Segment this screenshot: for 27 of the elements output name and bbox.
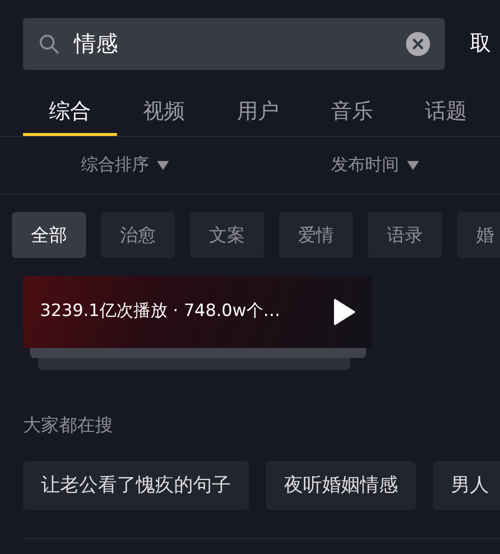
search-icon <box>38 33 60 55</box>
cancel-button[interactable]: 取 <box>470 28 491 60</box>
filter-chip[interactable]: 全部 <box>12 212 86 258</box>
play-icon[interactable] <box>333 299 355 325</box>
filter-chip[interactable]: 语录 <box>368 212 442 258</box>
topic-card[interactable]: 3239.1亿次播放 · 748.0w个… <box>23 276 372 348</box>
caret-icon <box>407 161 419 170</box>
filter-chip[interactable]: 治愈 <box>101 212 175 258</box>
search-field[interactable]: 情感 <box>23 18 445 70</box>
play-stats: 3239.1亿次播放 · 748.0w个… <box>40 300 280 324</box>
search-suggestion[interactable]: 夜听婚姻情感 <box>266 461 416 510</box>
section-title: 大家都在搜 <box>23 414 114 438</box>
search-suggestion[interactable]: 让老公看了愧疚的句子 <box>23 461 249 510</box>
filter-chip[interactable]: 婚 <box>457 212 500 258</box>
tab[interactable]: 视频 <box>117 90 211 136</box>
search-suggestion[interactable]: 男人 <box>433 461 500 510</box>
sort-dropdown[interactable]: 综合排序 <box>81 152 169 178</box>
filter-chip[interactable]: 文案 <box>190 212 264 258</box>
filter-chip[interactable]: 爱情 <box>279 212 353 258</box>
sort-dropdown[interactable]: 发布时间 <box>331 152 419 178</box>
tab[interactable]: 用户 <box>211 90 305 136</box>
tab[interactable]: 综合 <box>23 90 117 136</box>
search-query: 情感 <box>74 30 119 58</box>
clear-icon[interactable] <box>406 32 430 56</box>
tab[interactable]: 话题 <box>399 90 493 136</box>
tab[interactable]: 音乐 <box>305 90 399 136</box>
caret-icon <box>157 161 169 170</box>
